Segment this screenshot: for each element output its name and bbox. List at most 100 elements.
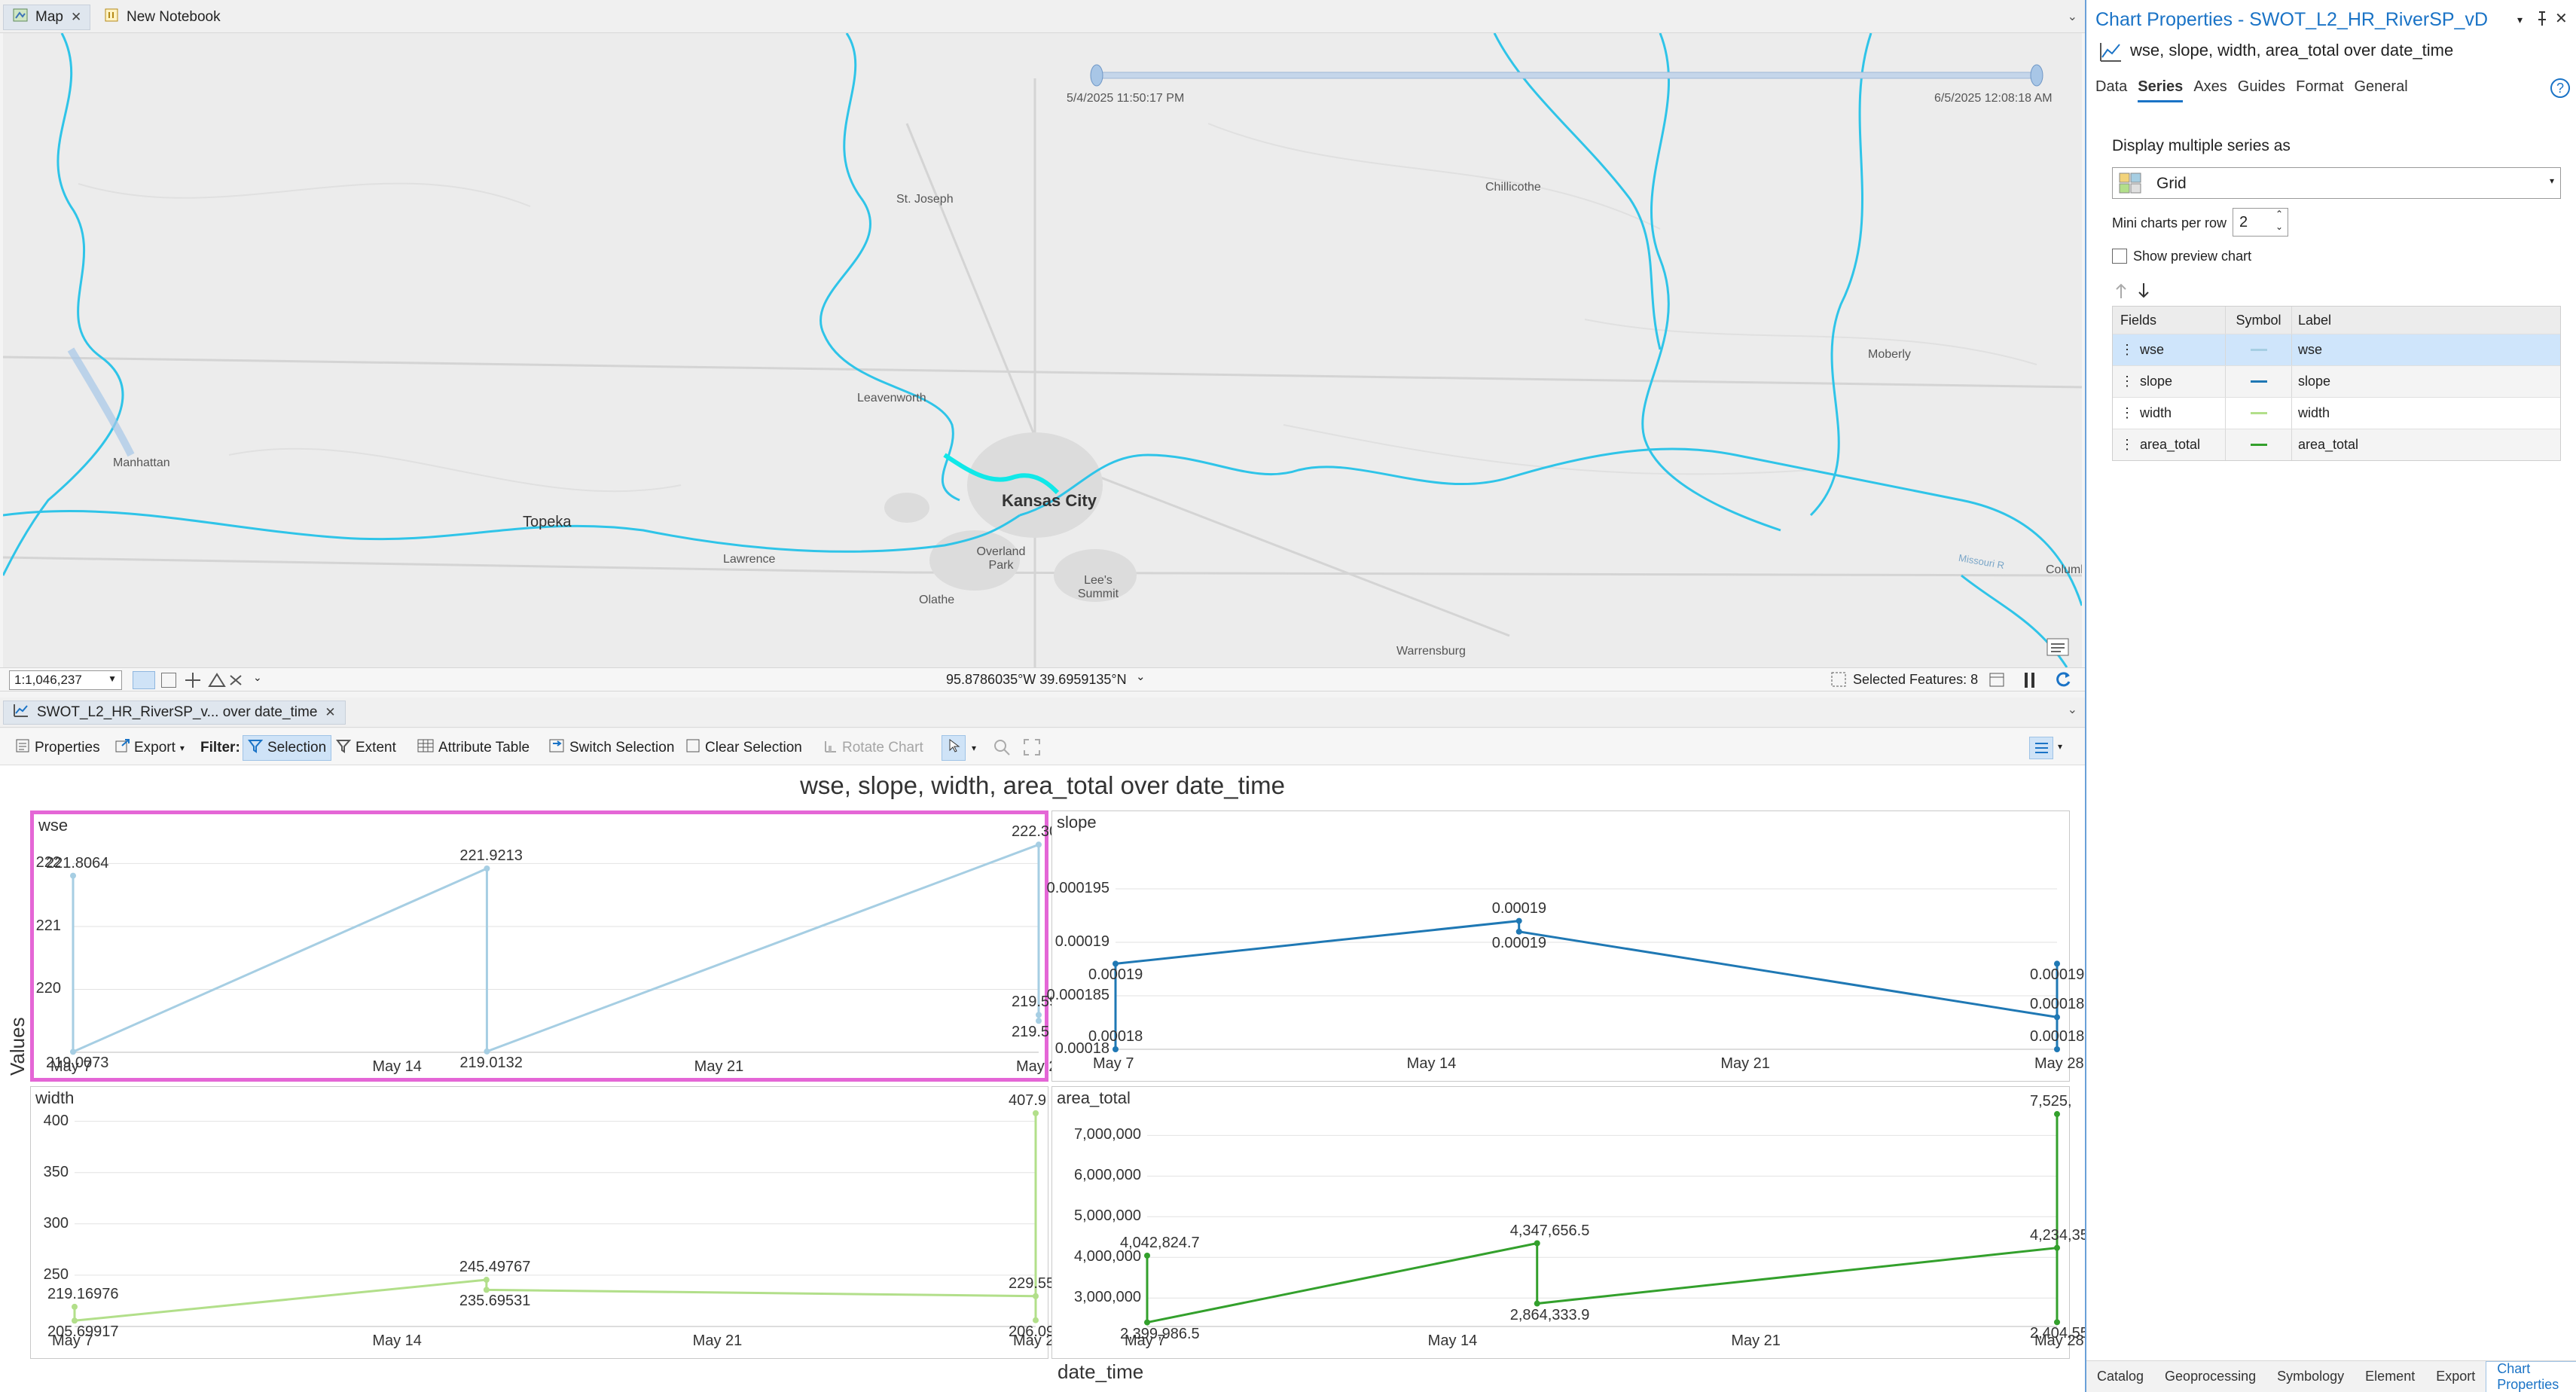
tab-new-notebook[interactable]: New Notebook (95, 5, 230, 30)
drag-handle-icon[interactable]: ⋮ (2120, 437, 2134, 453)
full-extent-icon[interactable] (1023, 738, 1041, 756)
tab-format[interactable]: Format (2296, 78, 2343, 102)
chevron-down-icon[interactable]: ⌄ (1136, 670, 1146, 683)
switch-selection-button[interactable]: Switch Selection (544, 735, 679, 761)
grid-icon[interactable] (161, 673, 176, 688)
y-tick-label: 221 (35, 917, 61, 934)
tab-export[interactable]: Export (2425, 1361, 2486, 1392)
table-row[interactable]: ⋮ width width (2113, 397, 2560, 429)
symbol-swatch[interactable] (2250, 444, 2267, 446)
tab-catalog[interactable]: Catalog (2086, 1361, 2154, 1392)
mini-chart-area-total[interactable]: area_total 7,000,000 6,000,000 5,000,000 4,0… (1051, 1086, 2097, 1359)
series-label[interactable]: width (2292, 398, 2560, 429)
data-label: 0.00018 (2030, 1028, 2085, 1045)
filter-extent-button[interactable]: Extent (331, 735, 401, 761)
tab-general[interactable]: General (2355, 78, 2408, 102)
rotate-chart-button[interactable]: Rotate Chart (818, 735, 928, 761)
attribute-table-button[interactable]: Attribute Table (413, 735, 534, 761)
help-icon[interactable]: ? (2550, 78, 2570, 98)
table-icon (417, 738, 434, 758)
chevron-down-icon[interactable]: ⌄ (2068, 702, 2077, 717)
data-label: 219.16976 (47, 1285, 119, 1302)
place-warrensburg: Warrensburg (1396, 645, 1466, 658)
table-row[interactable]: ⋮ slope slope (2113, 365, 2560, 397)
mini-chart-slope[interactable]: slope 0.000195 0.00019 0.000185 0.00018 May 7… (1047, 810, 2084, 1082)
chevron-up-icon[interactable]: ⌃ (2275, 209, 2283, 219)
symbol-swatch[interactable] (2250, 349, 2267, 351)
chevron-down-icon[interactable]: ▾ (2058, 741, 2062, 752)
display-series-dropdown[interactable]: Grid ▾ (2112, 167, 2561, 199)
line-chart-icon (2098, 41, 2123, 63)
tab-chart[interactable]: SWOT_L2_HR_RiverSP_v... over date_time ✕ (3, 701, 346, 725)
map-view[interactable]: 5/4/2025 11:50:17 PM 6/5/2025 12:08:18 A… (3, 33, 2082, 667)
table-row[interactable]: ⋮ wse wse (2113, 334, 2560, 365)
symbol-swatch[interactable] (2250, 412, 2267, 414)
tab-element[interactable]: Element (2355, 1361, 2425, 1392)
drag-handle-icon[interactable]: ⋮ (2120, 405, 2134, 421)
data-point (1036, 1012, 1042, 1018)
arrow-up-icon[interactable] (2114, 282, 2129, 300)
close-icon[interactable]: ✕ (325, 705, 335, 720)
symbol-swatch[interactable] (2250, 380, 2267, 383)
y-tick-label: 0.000185 (1046, 987, 1109, 1003)
zoom-icon[interactable] (993, 738, 1011, 756)
tab-series[interactable]: Series (2138, 78, 2184, 102)
table-row[interactable]: ⋮ area_total area_total (2113, 429, 2560, 460)
snapping-icon[interactable] (184, 673, 202, 688)
tools-icon[interactable] (227, 671, 244, 689)
chart-title: wse, slope, width, area_total over date_… (800, 771, 1285, 799)
series-label[interactable]: wse (2292, 334, 2560, 365)
x-tick-label: May 21 (1720, 1055, 1770, 1072)
export-button[interactable]: Export ▾ (110, 735, 189, 761)
series-label[interactable]: slope (2292, 366, 2560, 397)
series-label[interactable]: area_total (2292, 429, 2560, 460)
navigation-mode-icon[interactable] (133, 671, 155, 689)
chevron-down-icon[interactable]: ⌄ (253, 671, 262, 684)
properties-button[interactable]: Properties (11, 735, 105, 761)
coordinates-readout: 95.8786035°W 39.6959135°N (946, 672, 1127, 687)
tab-symbology[interactable]: Symbology (2266, 1361, 2355, 1392)
scale-dropdown[interactable]: 1:1,046,237 ▼ (9, 670, 122, 690)
data-point (1113, 1046, 1119, 1052)
filter-selection-button[interactable]: Selection (243, 735, 332, 761)
chevron-down-icon[interactable]: ▾ (972, 743, 976, 753)
chevron-down-icon[interactable]: ⌄ (2275, 221, 2283, 232)
tab-axes[interactable]: Axes (2193, 78, 2227, 102)
chevron-down-icon: ▾ (179, 743, 185, 753)
display-multiple-label: Display multiple series as (2112, 137, 2291, 154)
field-name: slope (2140, 374, 2173, 389)
grid-layout-icon (2119, 172, 2141, 194)
data-label: 221.8064 (46, 854, 109, 872)
tab-map[interactable]: Map ✕ (3, 5, 90, 30)
y-tick-label: 6,000,000 (1074, 1167, 1141, 1184)
chevron-down-icon[interactable]: ⌄ (2068, 9, 2077, 24)
clear-selection-button[interactable]: Clear Selection (681, 735, 807, 761)
close-icon[interactable]: ✕ (71, 10, 81, 25)
tab-chart-properties[interactable]: Chart Properties (2486, 1360, 2576, 1392)
constraint-icon[interactable] (208, 673, 226, 688)
tab-data[interactable]: Data (2095, 78, 2127, 102)
data-label: 0.00018 (2030, 996, 2085, 1013)
chevron-down-icon[interactable]: ▾ (2517, 14, 2523, 26)
select-tool-button[interactable] (942, 735, 966, 761)
drag-handle-icon[interactable]: ⋮ (2120, 342, 2134, 358)
pause-icon[interactable] (2022, 671, 2038, 689)
mini-chart-wse[interactable]: wse 222 221 220 May 7 May 14 May 21 May 28 221.8… (30, 810, 1074, 1082)
tab-geoprocessing[interactable]: Geoprocessing (2154, 1361, 2266, 1392)
chart-list-icon[interactable] (2029, 737, 2053, 759)
plot-area (70, 841, 1042, 1055)
pin-icon[interactable] (2535, 11, 2549, 27)
mini-charts-label: Mini charts per row (2112, 215, 2227, 230)
mini-charts-stepper[interactable]: 2 ⌃ ⌄ (2233, 208, 2288, 237)
close-icon[interactable]: ✕ (2555, 9, 2568, 28)
drag-handle-icon[interactable]: ⋮ (2120, 374, 2134, 389)
show-preview-checkbox[interactable] (2112, 249, 2127, 264)
series-line-area-total (1146, 1114, 2059, 1324)
arrow-down-icon[interactable] (2136, 282, 2151, 300)
refresh-icon[interactable] (2053, 670, 2073, 689)
place-leavenworth: Leavenworth (857, 392, 926, 404)
calendar-icon[interactable] (1988, 671, 2005, 688)
mini-chart-width[interactable]: width 400 350 300 250 May 7 May 14 May 21 May 28… (30, 1086, 1071, 1359)
tab-guides[interactable]: Guides (2238, 78, 2285, 102)
legend-icon[interactable] (2043, 636, 2073, 658)
